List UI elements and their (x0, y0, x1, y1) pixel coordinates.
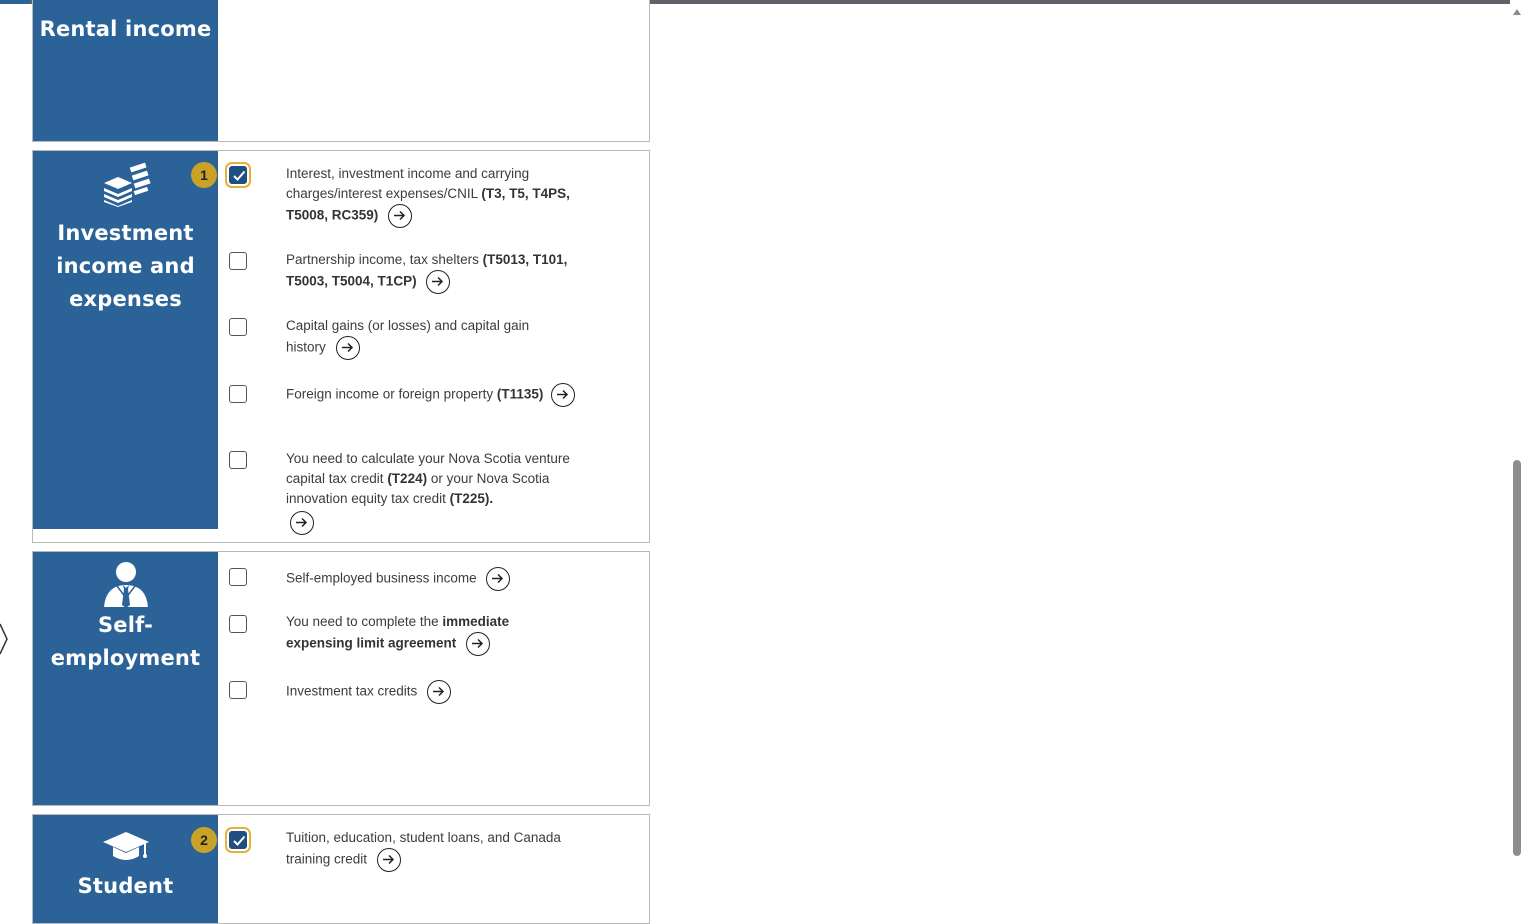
nova-scotia-label: You need to calculate your Nova Scotia v… (286, 449, 578, 535)
chevron-right-icon[interactable] (0, 622, 8, 656)
investment-title-line-3: expenses (69, 287, 182, 311)
capital-gains-text: Capital gains (or losses) and capital ga… (286, 318, 530, 355)
self-employment-sidebar: Self- employment (33, 552, 218, 805)
investment-income-sidebar: Investment income and expenses (33, 151, 218, 529)
checkbox-partnership[interactable] (229, 252, 247, 270)
tuition-label: Tuition, education, student loans, and C… (286, 828, 586, 872)
tuition-text: Tuition, education, student loans, and C… (286, 830, 561, 867)
checkbox-interest[interactable] (229, 166, 247, 184)
capital-gains-label: Capital gains (or losses) and capital ga… (286, 316, 556, 360)
checkmark-icon (233, 835, 246, 846)
investment-tax-credits-text: Investment tax credits (286, 683, 418, 699)
step-badge-1: 1 (191, 162, 217, 188)
investment-income-section: Investment income and expenses 1 Interes… (32, 150, 650, 543)
top-bar-accent (0, 0, 30, 4)
foreign-income-label: Foreign income or foreign property (T113… (286, 383, 576, 407)
arrow-right-circle-icon[interactable] (486, 567, 511, 591)
arrow-right-circle-icon[interactable] (551, 383, 576, 407)
scrollbar[interactable] (1510, 0, 1524, 918)
arrow-right-circle-icon[interactable] (427, 680, 452, 704)
checkbox-foreign-income[interactable] (229, 385, 247, 403)
scrollbar-thumb[interactable] (1513, 460, 1521, 856)
partnership-label: Partnership income, tax shelters (T5013,… (286, 250, 586, 294)
money-stack-icon (103, 162, 151, 207)
self-employment-title-line-2: employment (50, 646, 201, 670)
scroll-up-arrow-icon[interactable] (1513, 9, 1521, 15)
arrow-right-circle-icon[interactable] (426, 270, 451, 294)
investment-title-line-2: income and (56, 254, 195, 278)
self-employed-income-text: Self-employed business income (286, 570, 477, 586)
interest-label: Interest, investment income and carrying… (286, 164, 586, 228)
investment-title-line-1: Investment (57, 221, 194, 245)
foreign-income-text: Foreign income or foreign property (286, 386, 494, 402)
nova-scotia-form-t225: (T225). (449, 491, 494, 506)
self-employment-section: Self- employment Self-employed business … (32, 551, 650, 806)
arrow-right-circle-icon[interactable] (388, 204, 413, 228)
partnership-text: Partnership income, tax shelters (286, 252, 479, 267)
arrow-right-circle-icon[interactable] (376, 848, 401, 872)
checkmark-icon (233, 170, 246, 181)
student-title: Student (77, 874, 174, 898)
immediate-expensing-text: You need to complete the (286, 614, 439, 629)
rental-income-sidebar: Rental income (33, 0, 218, 141)
foreign-income-forms: (T1135) (496, 386, 544, 402)
checkbox-capital-gains[interactable] (229, 318, 247, 336)
student-section: Student 2 Tuition, education, student lo… (32, 814, 650, 924)
businessperson-icon (103, 562, 148, 608)
checkbox-nova-scotia-credit[interactable] (229, 451, 247, 469)
checkbox-investment-tax-credits[interactable] (229, 681, 247, 699)
arrow-right-circle-icon[interactable] (290, 511, 314, 535)
self-employed-income-label: Self-employed business income (286, 567, 616, 591)
checkbox-self-employed-income[interactable] (229, 568, 247, 586)
checkbox-tuition[interactable] (229, 831, 247, 849)
step-badge-2: 2 (191, 827, 217, 853)
checkbox-immediate-expensing[interactable] (229, 615, 247, 633)
self-employment-title-line-1: Self- (97, 613, 154, 637)
rental-income-section: Rental income (32, 0, 650, 142)
student-sidebar: Student (33, 815, 218, 923)
immediate-expensing-label: You need to complete the immediate expen… (286, 612, 546, 656)
rental-income-title: Rental income (39, 17, 212, 41)
graduation-cap-icon (102, 832, 149, 860)
nova-scotia-form-t224: (T224) (387, 471, 428, 486)
investment-tax-credits-label: Investment tax credits (286, 680, 586, 704)
arrow-right-circle-icon[interactable] (335, 336, 360, 360)
arrow-right-circle-icon[interactable] (466, 632, 491, 656)
